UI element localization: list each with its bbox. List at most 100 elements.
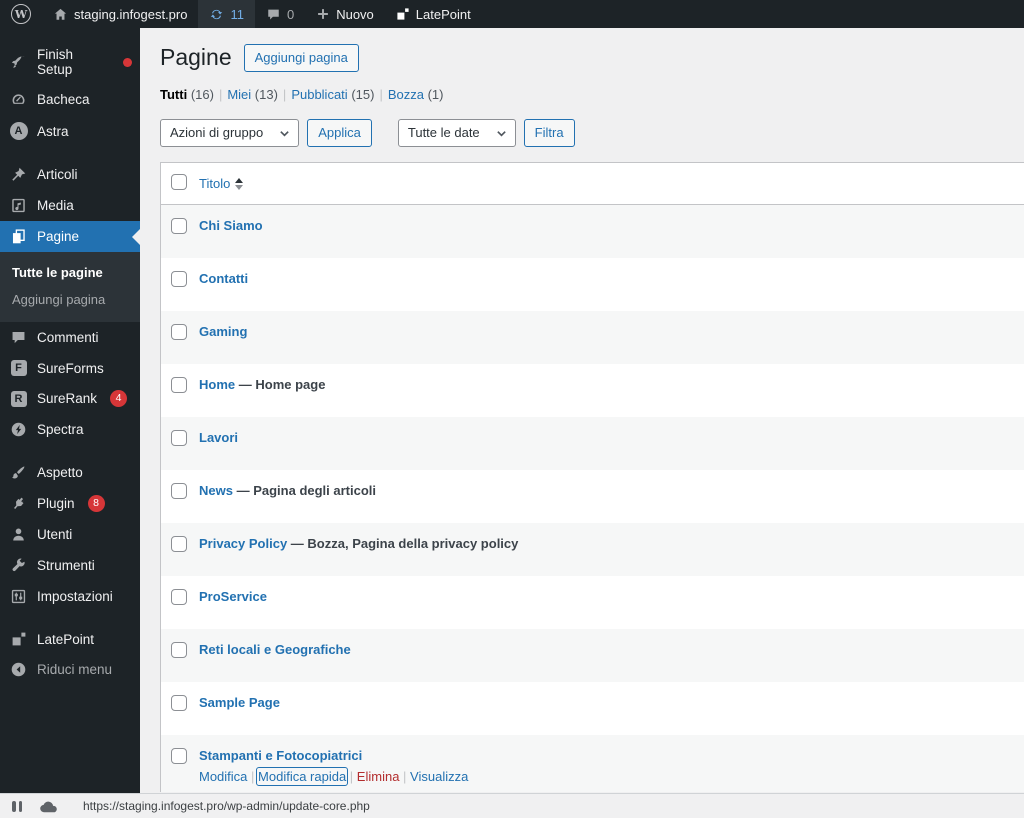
row-checkbox[interactable] (171, 642, 187, 658)
sort-by-title-link[interactable]: Titolo (199, 176, 243, 191)
admin-sidebar-menu: Finish Setup Bacheca AAstra ArticoliMedia Pa… (0, 28, 140, 793)
row-checkbox[interactable] (171, 218, 187, 234)
sidebar-item-riduci-menu[interactable]: Riduci menu (0, 654, 140, 685)
row-action-modifica-rapida[interactable]: Modifica rapida (258, 769, 346, 784)
sidebar-item-label: Bacheca (37, 92, 90, 107)
sidebar-item-label: Plugin (37, 496, 75, 511)
view-link[interactable]: Bozza (388, 87, 424, 102)
sidebar-item-label: Strumenti (37, 558, 95, 573)
sidebar-item-label: Pagine (37, 229, 79, 244)
apply-button[interactable]: Applica (307, 119, 372, 147)
page-title-link[interactable]: Privacy Policy (199, 536, 287, 551)
page-title-link[interactable]: ProService (199, 589, 267, 604)
bulk-actions-value: Azioni di gruppo (170, 124, 263, 142)
page-title-link[interactable]: Gaming (199, 324, 247, 339)
sidebar-item-pagine[interactable]: Pagine (0, 221, 140, 252)
row-checkbox[interactable] (171, 748, 187, 764)
sidebar-item-label: SureForms (37, 361, 104, 376)
view-link[interactable]: Miei (227, 87, 251, 102)
filter-button[interactable]: Filtra (524, 119, 575, 147)
sidebar-item-spectra[interactable]: Spectra (0, 414, 140, 445)
select-all-checkbox[interactable] (171, 174, 187, 190)
comments-icon (9, 329, 28, 346)
add-page-button[interactable]: Aggiungi pagina (244, 44, 359, 72)
date-filter-select[interactable]: Tutte le date (398, 119, 516, 147)
row-checkbox[interactable] (171, 695, 187, 711)
sidebar-item-astra[interactable]: AAstra (0, 115, 140, 147)
latepoint-menu[interactable]: LatePoint (385, 0, 482, 28)
row-checkbox[interactable] (171, 536, 187, 552)
sidebar-item-strumenti[interactable]: Strumenti (0, 550, 140, 581)
wp-logo-menu[interactable]: W (0, 0, 42, 28)
site-name-menu[interactable]: staging.infogest.pro (42, 0, 198, 28)
page-title-link[interactable]: Reti locali e Geografiche (199, 642, 351, 657)
page-title: Pagine (160, 44, 232, 72)
sidebar-item-finish-setup[interactable]: Finish Setup (0, 40, 140, 84)
new-content-label: Nuovo (336, 7, 374, 22)
sidebar-item-sureforms[interactable]: FSureForms (0, 353, 140, 383)
sidebar-item-commenti[interactable]: Commenti (0, 322, 140, 353)
sidebar-item-media[interactable]: Media (0, 190, 140, 221)
pages-table-body: Chi SiamoContattiGamingHome — Home pageL… (161, 205, 1024, 792)
page-title-link[interactable]: Lavori (199, 430, 238, 445)
row-checkbox[interactable] (171, 324, 187, 340)
latepoint-icon (9, 631, 28, 647)
view-count: (13) (255, 87, 278, 102)
view-filter-bozza[interactable]: Bozza (1) (388, 87, 444, 102)
view-separator: | (283, 87, 286, 102)
view-count: (16) (191, 87, 214, 102)
astra-icon: A (9, 122, 28, 140)
chevron-down-icon (496, 128, 507, 139)
row-checkbox[interactable] (171, 483, 187, 499)
view-filter-miei[interactable]: Miei (13) (227, 87, 278, 102)
row-action-elimina[interactable]: Elimina (357, 769, 400, 784)
updates-menu[interactable]: 11 (198, 0, 255, 28)
table-row: News — Pagina degli articoli (161, 470, 1024, 523)
sidebar-item-label: Commenti (37, 330, 99, 345)
post-state-label: — Bozza, Pagina della privacy policy (291, 536, 519, 551)
sidebar-item-utenti[interactable]: Utenti (0, 519, 140, 550)
comments-menu[interactable]: 0 (255, 0, 305, 28)
table-header-row: Titolo (161, 163, 1024, 205)
sidebar-item-latepoint[interactable]: LatePoint (0, 624, 140, 654)
sidebar-item-label: Utenti (37, 527, 72, 542)
sidebar-item-plugin[interactable]: Plugin 8 (0, 488, 140, 519)
comment-bubble-icon (266, 7, 281, 22)
page-title-link[interactable]: Chi Siamo (199, 218, 263, 233)
wp-logo-icon: W (11, 4, 31, 24)
page-title-link[interactable]: Sample Page (199, 695, 280, 710)
view-filter-pubblicati[interactable]: Pubblicati (15) (291, 87, 374, 102)
updates-icon (209, 7, 224, 22)
sidebar-item-aspetto[interactable]: Aspetto (0, 457, 140, 488)
row-checkbox[interactable] (171, 377, 187, 393)
plus-icon (316, 7, 330, 21)
row-checkbox[interactable] (171, 589, 187, 605)
row-action-visualizza[interactable]: Visualizza (410, 769, 468, 784)
sidebar-item-articoli[interactable]: Articoli (0, 159, 140, 190)
view-filter-tutti[interactable]: Tutti (16) (160, 87, 214, 102)
dashboard-icon (9, 91, 28, 108)
new-content-menu[interactable]: Nuovo (305, 0, 385, 28)
sidebar-item-bacheca[interactable]: Bacheca (0, 84, 140, 115)
page-title-link[interactable]: Stampanti e Fotocopiatrici (199, 748, 362, 763)
row-checkbox[interactable] (171, 430, 187, 446)
sidebar-item-surerank[interactable]: RSureRank4 (0, 383, 140, 414)
sidebar-subitem-tutte-le-pagine[interactable]: Tutte le pagine (0, 259, 140, 286)
sidebar-item-label: Aspetto (37, 465, 83, 480)
row-checkbox[interactable] (171, 271, 187, 287)
media-icon (9, 197, 28, 214)
bulk-actions-select[interactable]: Azioni di gruppo (160, 119, 299, 147)
sidebar-item-impostazioni[interactable]: Impostazioni (0, 581, 140, 612)
sidebar-subitem-aggiungi-pagina[interactable]: Aggiungi pagina (0, 286, 140, 313)
view-link[interactable]: Pubblicati (291, 87, 347, 102)
date-filter-value: Tutte le date (408, 124, 480, 142)
page-title-link[interactable]: Home (199, 377, 235, 392)
table-row: Gaming (161, 311, 1024, 364)
page-title-link[interactable]: News (199, 483, 233, 498)
view-link[interactable]: Tutti (160, 87, 187, 102)
menu-gap (0, 147, 140, 159)
settings-icon (9, 588, 28, 605)
count-badge: 8 (88, 495, 105, 512)
page-title-link[interactable]: Contatti (199, 271, 248, 286)
row-action-modifica[interactable]: Modifica (199, 769, 247, 784)
